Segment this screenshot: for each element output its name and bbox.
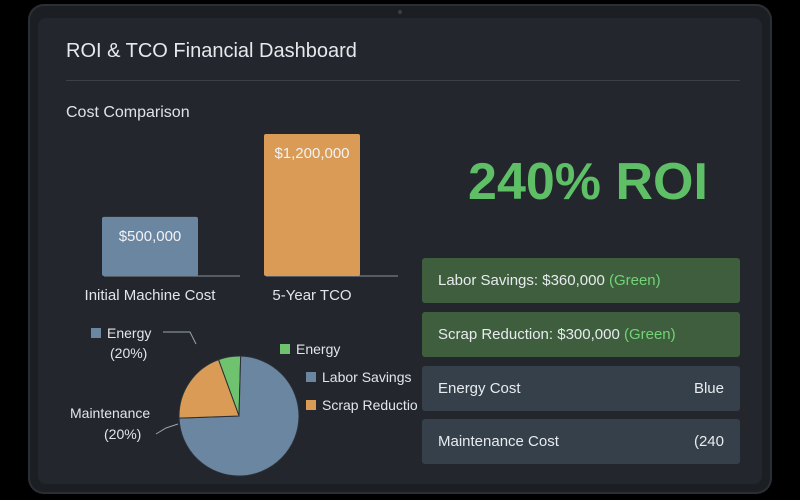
legend-swatch xyxy=(306,372,316,382)
card-label: Scrap Reduction: $300,000 xyxy=(438,326,620,343)
cost-bar-chart: $500,000 Initial Machine Cost $1,200,000 5-… xyxy=(85,134,398,304)
legend-swatch xyxy=(306,400,316,410)
maintenance-cost-card: Maintenance Cost (240 xyxy=(422,419,740,464)
cost-pie-chart: Energy (20%) Maintenance (20%) Energy Lab… xyxy=(70,325,418,477)
legend-label: Scrap Reduction xyxy=(322,397,418,413)
energy-leader-line xyxy=(163,331,197,345)
cost-comparison-title: Cost Comparison xyxy=(66,104,190,121)
card-tag: (Green) xyxy=(608,272,661,289)
card-label: Energy Cost xyxy=(438,380,521,397)
maintenance-callout-pct: (20%) xyxy=(104,426,141,442)
bar-1 xyxy=(102,216,198,276)
maintenance-callout-name: Maintenance xyxy=(70,405,150,421)
card-label: Maintenance Cost xyxy=(438,433,559,450)
labor-savings-card: Labor Savings: $360,000 (Green) xyxy=(422,258,740,303)
energy-cost-card: Energy Cost Blue xyxy=(422,366,740,411)
legend-swatch xyxy=(280,344,290,354)
scrap-reduction-card: Scrap Reduction: $300,000 (Green) xyxy=(422,312,740,357)
bar-value-label: $500,000 xyxy=(119,228,182,245)
bar-value-label: $1,200,000 xyxy=(274,145,349,162)
card-tag: Blue xyxy=(693,380,724,397)
bar-category-label: Initial Machine Cost xyxy=(85,287,217,304)
legend-label: Labor Savings xyxy=(322,369,412,385)
header-divider xyxy=(66,80,740,81)
energy-callout-name: Energy xyxy=(107,325,151,341)
energy-callout-swatch xyxy=(91,328,101,338)
energy-callout-pct: (20%) xyxy=(110,345,147,361)
legend-label: Energy xyxy=(296,341,340,357)
dashboard-screen: ROI & TCO Financial Dashboard Cost Compa… xyxy=(38,18,762,484)
page-title: ROI & TCO Financial Dashboard xyxy=(66,40,357,62)
maintenance-leader-line xyxy=(155,423,179,435)
bar-category-label: 5-Year TCO xyxy=(272,287,351,304)
card-tag: (240 xyxy=(693,433,724,450)
card-label: Labor Savings: $360,000 xyxy=(438,272,605,289)
card-tag: (Green) xyxy=(623,326,676,343)
tablet-frame: ROI & TCO Financial Dashboard Cost Compa… xyxy=(28,4,772,494)
roi-headline: 240% ROI xyxy=(468,153,708,211)
camera-dot xyxy=(398,10,402,14)
